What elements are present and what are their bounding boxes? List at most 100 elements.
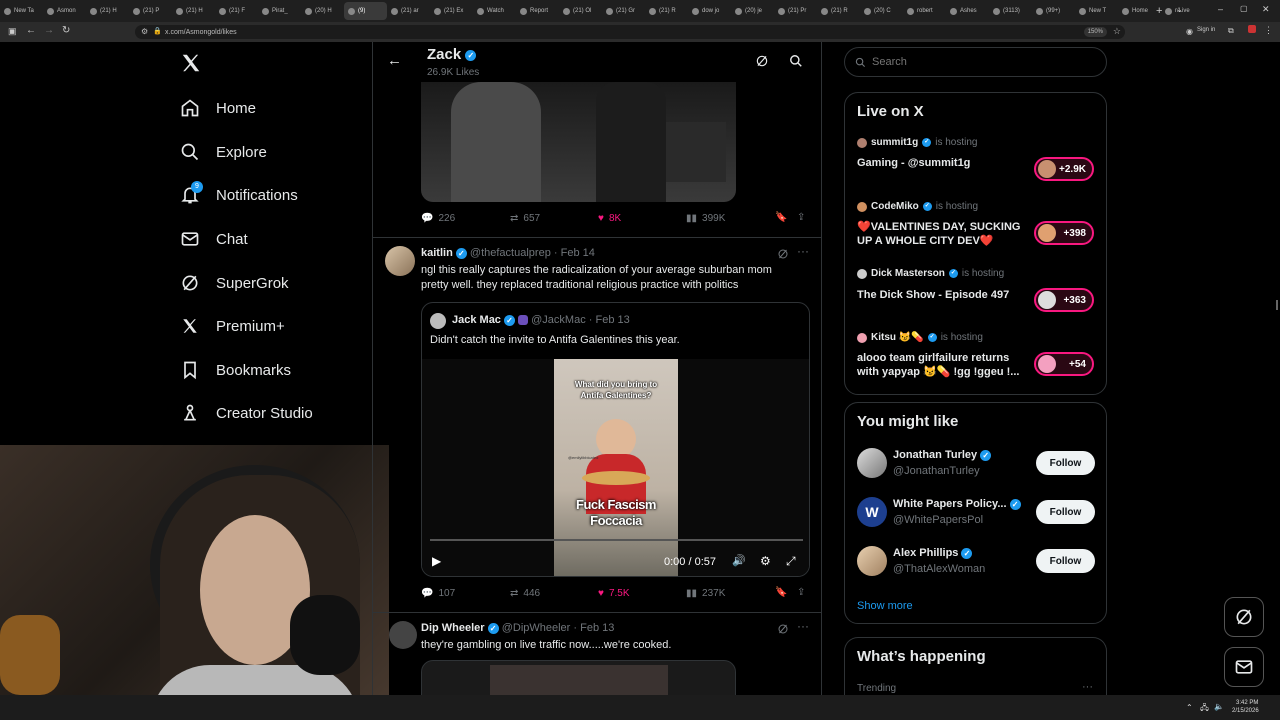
quote-tweet-card[interactable]: Jack Mac ✓ @JackMac · Feb 13 Didn't catc… (421, 302, 810, 577)
volume-icon[interactable]: 🔊 (732, 554, 746, 567)
profile-icon[interactable]: ◉ (1186, 27, 1193, 36)
avatar[interactable] (389, 621, 417, 649)
browser-tab[interactable]: (21) H (172, 2, 215, 20)
avatar[interactable] (857, 546, 887, 576)
browser-tab[interactable]: (21) R (817, 2, 860, 20)
nav-item-chat[interactable]: Chat (180, 224, 248, 254)
follow-button[interactable]: Follow (1036, 451, 1095, 475)
browser-tab[interactable]: (20) H (301, 2, 344, 20)
browser-tab[interactable]: (21) Pr (774, 2, 817, 20)
settings-icon[interactable]: ⚙ (760, 554, 771, 568)
browser-tab[interactable]: (9) (344, 2, 387, 20)
live-listeners-badge[interactable]: +2.9K (1034, 157, 1094, 181)
avatar[interactable] (385, 246, 415, 276)
browser-tab[interactable]: (20) je (731, 2, 774, 20)
author-name[interactable]: kaitlin (421, 247, 453, 259)
sign-in-button[interactable]: Sign in (1197, 27, 1215, 33)
nav-item-bookmarks[interactable]: Bookmarks (180, 355, 291, 385)
live-listeners-badge[interactable]: +398 (1034, 221, 1094, 245)
avatar[interactable]: W (857, 497, 887, 527)
nav-item-home[interactable]: Home (180, 93, 256, 123)
live-host[interactable]: Dick Masterson ✓ is hosting (857, 268, 1004, 279)
browser-menu-icon[interactable]: ⋮ (1264, 25, 1273, 36)
live-host[interactable]: Kitsu 😼💊 ✓ is hosting (857, 332, 983, 343)
repost-button[interactable]: ⇄ 657 (510, 213, 540, 224)
reply-button[interactable]: 💬 107 (421, 588, 455, 599)
live-listeners-badge[interactable]: +54 (1034, 352, 1094, 376)
star-icon[interactable]: ☆ (1113, 26, 1121, 37)
live-stream-title[interactable]: The Dick Show - Episode 497 (857, 288, 1032, 302)
fullscreen-icon[interactable]: ⤢ (786, 554, 796, 569)
browser-tab[interactable]: (21) P (129, 2, 172, 20)
author-handle[interactable]: @thefactualprep (470, 247, 551, 259)
suggest-name[interactable]: Jonathan Turley ✓ (893, 449, 992, 461)
nav-item-notifications[interactable]: 9 Notifications (180, 180, 298, 210)
tray-chevron-icon[interactable]: ⌃ (1186, 703, 1193, 712)
sidebar-toggle-icon[interactable]: ▣ (8, 26, 17, 37)
more-options-icon[interactable]: ··· (797, 244, 809, 258)
header-search-icon[interactable] (789, 54, 803, 73)
extensions-icon[interactable]: ⧉ (1228, 26, 1234, 36)
messages-fab-button[interactable] (1224, 647, 1264, 687)
volume-tray-icon[interactable]: 🔈 (1214, 702, 1224, 711)
browser-tab[interactable]: (21) Ol (559, 2, 602, 20)
suggest-name[interactable]: White Papers Policy... ✓ (893, 498, 1021, 510)
nav-item-supergrok[interactable]: SuperGrok (180, 268, 289, 298)
suggest-name[interactable]: Alex Phillips ✓ (893, 547, 973, 559)
avatar[interactable] (857, 448, 887, 478)
browser-tab[interactable]: Home (1118, 2, 1161, 20)
grok-tweet-icon[interactable] (777, 622, 789, 640)
grok-header-icon[interactable] (755, 54, 769, 73)
browser-tab[interactable]: Asmon (43, 2, 86, 20)
tweet3-media[interactable] (421, 660, 736, 695)
more-options-icon[interactable]: ··· (1082, 681, 1093, 693)
back-arrow-icon[interactable]: ← (387, 52, 402, 69)
extension-badge-icon[interactable] (1248, 25, 1256, 33)
back-icon[interactable]: ← (26, 25, 36, 36)
browser-tab[interactable]: dow jo (688, 2, 731, 20)
nav-item-explore[interactable]: Explore (180, 137, 267, 167)
nav-item-creator-studio[interactable]: Creator Studio (180, 398, 313, 428)
author-handle[interactable]: @DipWheeler (502, 622, 571, 634)
browser-tab[interactable]: (21) R (645, 2, 688, 20)
browser-tab[interactable]: (21) Gr (602, 2, 645, 20)
browser-tab[interactable]: (99+) (1032, 2, 1075, 20)
browser-tab[interactable]: (20) C (860, 2, 903, 20)
browser-tab[interactable]: (21) Ex (430, 2, 473, 20)
browser-tab[interactable]: New T (1075, 2, 1118, 20)
video-progress-track[interactable] (430, 539, 803, 541)
tweet-date[interactable]: Feb 13 (580, 622, 614, 634)
views-button[interactable]: ▮▮ 237K (686, 588, 725, 599)
like-button[interactable]: ♥ 7.5K (598, 588, 630, 599)
like-button[interactable]: ♥ 8K (598, 213, 621, 224)
live-stream-title[interactable]: alooo team girlfailure returns with yapy… (857, 351, 1032, 379)
show-more-link[interactable]: Show more (857, 600, 913, 612)
views-button[interactable]: ▮▮ 399K (686, 213, 725, 224)
live-host[interactable]: summit1g ✓ is hosting (857, 137, 977, 148)
minimize-icon[interactable]: – (1218, 4, 1223, 14)
browser-tab[interactable]: (21) ar (387, 2, 430, 20)
live-host[interactable]: CodeMiko ✓ is hosting (857, 201, 978, 212)
close-window-icon[interactable]: ✕ (1262, 4, 1270, 15)
reload-icon[interactable]: ↻ (62, 25, 70, 36)
reply-button[interactable]: 💬 226 (421, 213, 455, 224)
browser-tab[interactable]: (3113) (989, 2, 1032, 20)
browser-tab[interactable]: Ashes (946, 2, 989, 20)
grok-fab-button[interactable] (1224, 597, 1264, 637)
url-input[interactable]: ⚙ 🔒 x.com/Asmongold/likes 150% ☆ (135, 25, 1125, 39)
browser-tab[interactable]: robert (903, 2, 946, 20)
page-scrollbar[interactable] (1276, 300, 1278, 310)
video-player[interactable]: What did you bring to Antifa Galentines?… (422, 359, 809, 576)
forward-icon[interactable]: → (44, 25, 54, 36)
more-options-icon[interactable]: ··· (797, 619, 809, 633)
browser-tab[interactable]: Pirat_ (258, 2, 301, 20)
x-logo-icon[interactable] (180, 52, 202, 79)
repost-button[interactable]: ⇄ 446 (510, 588, 540, 599)
live-listeners-badge[interactable]: +363 (1034, 288, 1094, 312)
browser-tab[interactable]: Watch (473, 2, 516, 20)
new-tab-button[interactable]: + (1156, 5, 1162, 17)
tab-list-icon[interactable]: ⌄ (1176, 5, 1183, 14)
zoom-level[interactable]: 150% (1083, 27, 1107, 37)
live-stream-title[interactable]: Gaming - @summit1g (857, 156, 1032, 170)
share-button[interactable]: ⇪ (797, 212, 805, 223)
